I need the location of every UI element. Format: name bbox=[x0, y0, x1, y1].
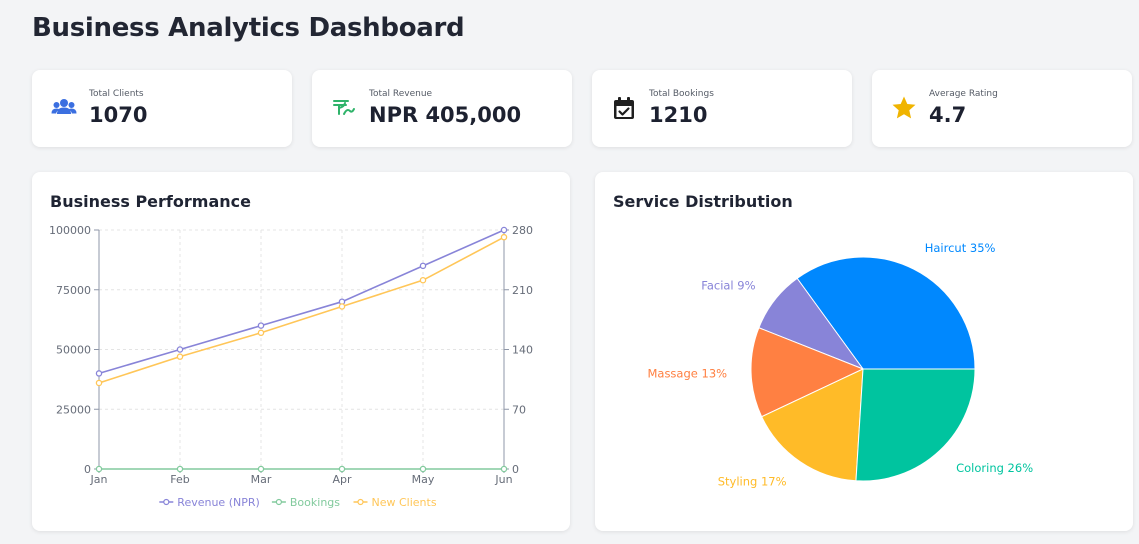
data-point bbox=[95, 465, 103, 473]
legend-marker bbox=[275, 498, 282, 506]
pie-slice-label: Haircut 35% bbox=[925, 241, 996, 255]
data-point bbox=[419, 262, 427, 270]
stat-label: Total Bookings bbox=[649, 89, 714, 99]
y-right-tick-label: 210 bbox=[512, 284, 533, 297]
rupee-icon bbox=[333, 100, 355, 115]
x-tick-label: Jan bbox=[90, 473, 108, 486]
data-point bbox=[176, 346, 184, 353]
data-point bbox=[500, 233, 508, 241]
x-tick-label: Jun bbox=[494, 473, 512, 486]
y-left-tick-label: 75000 bbox=[56, 284, 91, 297]
legend-marker bbox=[163, 498, 170, 506]
stat-label: Average Rating bbox=[929, 89, 998, 99]
stat-card-total-revenue: Total Revenue NPR 405,000 bbox=[312, 70, 572, 147]
data-point bbox=[95, 379, 103, 387]
stat-value: 1210 bbox=[649, 103, 708, 127]
stat-label: Total Clients bbox=[89, 89, 144, 99]
data-point bbox=[95, 370, 103, 377]
data-point bbox=[338, 465, 346, 473]
pie-slice-label: Styling 17% bbox=[718, 474, 787, 488]
data-point bbox=[419, 276, 427, 284]
data-point bbox=[176, 353, 184, 360]
calendar-check-icon bbox=[614, 97, 634, 119]
y-left-tick-label: 50000 bbox=[56, 344, 91, 357]
x-tick-label: Apr bbox=[332, 473, 352, 486]
users-icon bbox=[51, 99, 77, 114]
data-point bbox=[257, 465, 265, 473]
legend-label: New Clients bbox=[372, 496, 437, 509]
x-tick-label: Feb bbox=[170, 473, 189, 486]
stat-label: Total Revenue bbox=[369, 89, 433, 99]
star-icon bbox=[892, 96, 916, 119]
data-point bbox=[257, 322, 265, 329]
x-tick-label: Mar bbox=[251, 473, 272, 486]
y-right-tick-label: 280 bbox=[512, 224, 533, 237]
stat-card-average-rating: Average Rating 4.7 bbox=[872, 70, 1132, 147]
x-tick-label: May bbox=[412, 473, 435, 486]
pie-slice-label: Massage 13% bbox=[647, 366, 727, 380]
service-distribution-panel: Service Distribution Haircut 35% Facial 9… bbox=[595, 172, 1133, 531]
stat-card-total-clients: Total Clients 1070 bbox=[32, 70, 292, 147]
data-point bbox=[257, 329, 265, 337]
business-performance-panel: Business Performance 0 25000 50000 75000 100… bbox=[32, 172, 570, 531]
data-point bbox=[338, 303, 346, 310]
legend-marker bbox=[357, 498, 364, 506]
y-left-tick-label: 25000 bbox=[56, 403, 91, 416]
y-right-tick-label: 70 bbox=[512, 403, 526, 416]
data-point bbox=[419, 465, 427, 473]
y-left-tick-label: 100000 bbox=[49, 224, 91, 237]
legend-label: Revenue (NPR) bbox=[177, 496, 259, 509]
business-performance-chart: 0250005000075000100000070140210280Jan Feb… bbox=[49, 224, 533, 509]
series-line bbox=[98, 236, 505, 384]
page-title: Business Analytics Dashboard bbox=[32, 13, 465, 43]
stat-value: 1070 bbox=[89, 103, 148, 127]
data-point bbox=[176, 465, 184, 473]
stat-card-total-bookings: Total Bookings 1210 bbox=[592, 70, 852, 147]
series-line bbox=[98, 229, 505, 375]
pie-slice-label: Facial 9% bbox=[701, 279, 755, 293]
stat-value: 4.7 bbox=[929, 103, 967, 127]
data-point bbox=[500, 465, 508, 473]
y-right-tick-label: 140 bbox=[512, 344, 533, 357]
stat-value: NPR 405,000 bbox=[369, 103, 522, 127]
data-point bbox=[500, 226, 508, 234]
service-distribution-chart: Haircut 35% Facial 9% Massage 13% Styling 1… bbox=[647, 241, 1033, 489]
legend-label: Bookings bbox=[290, 496, 340, 509]
pie-slice-label: Coloring 26% bbox=[956, 461, 1033, 475]
y-right-tick-label: 0 bbox=[512, 463, 519, 476]
